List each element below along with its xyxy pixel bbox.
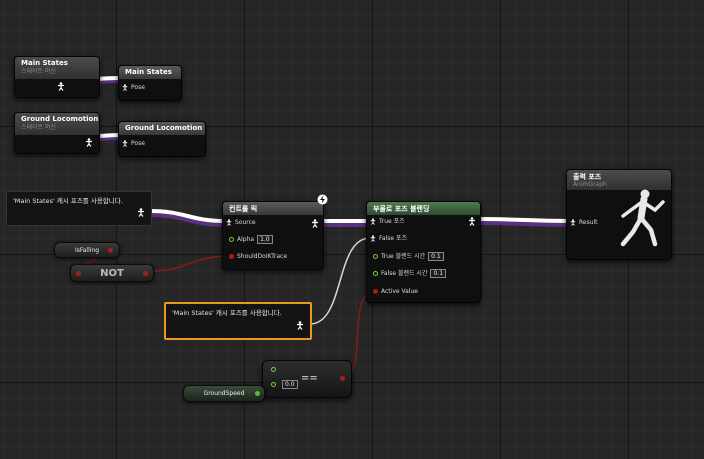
use-cached-pose-node-selected[interactable]: 'Main States' 캐시 포즈를 사용합니다. [164,302,312,340]
should-do-ik-trace-pin[interactable]: ShouldDoIKTrace [229,252,287,261]
true-pose-pin[interactable]: True 포즈 [370,217,405,226]
pose-icon[interactable] [311,219,319,228]
node-label: 'Main States' 캐시 포즈를 사용합니다. [13,197,123,205]
false-blend-time-pin[interactable]: False 블렌드 시간 0.1 [373,269,447,278]
node-subtitle: 스테이트 머신 [21,68,57,75]
not-node[interactable]: NOT [70,264,154,282]
bool-pin-icon[interactable] [143,271,148,276]
pin-label: Pose [131,84,145,91]
pose-icon[interactable] [296,321,304,330]
ground-locomotion-state-machine-node[interactable]: Ground Locomotion 스테이트 머신 [14,112,100,154]
pin-label: Source [235,219,256,226]
node-label: NOT [100,268,124,279]
alpha-value-field[interactable]: 1.0 [257,235,273,244]
node-subtitle: AnimGraph [573,181,607,188]
source-pin[interactable]: Source [226,218,256,227]
bool-pin-icon [373,289,378,294]
blend-poses-by-bool-node[interactable]: 부울로 포즈 블렌딩 True 포즈 False 포즈 True 블렌드 시간 0… [366,201,481,303]
float-pin-icon [373,254,378,259]
true-blend-time-pin[interactable]: True 블렌드 시간 0.1 [373,252,444,261]
compare-value-field[interactable]: 0.0 [282,380,298,389]
node-label: 'Main States' 캐시 포즈를 사용합니다. [172,309,282,317]
node-title: Main States [119,66,181,79]
node-label: GroundSpeed [203,390,245,397]
pose-icon [370,218,376,225]
false-blend-time-field[interactable]: 0.1 [430,269,447,278]
main-states-state-machine-node[interactable]: Main States 스테이트 머신 [14,56,100,98]
lightning-icon [317,194,328,205]
pin-label: True 포즈 [379,218,405,225]
alpha-pin[interactable]: Alpha 1.0 [229,235,273,244]
result-pin[interactable]: Result [570,218,598,227]
pin-label: Result [579,219,598,226]
node-title: 컨트롤 릭 [223,202,323,215]
pin-label: False 블렌드 시간 [381,270,428,277]
output-pose-node[interactable]: 출력 포즈 AnimGraph Result [566,169,672,260]
node-title: Ground Locomotion [119,122,205,135]
mannequin-icon [620,189,665,247]
pin-label: True 블렌드 시간 [381,253,426,260]
pin-label: Pose [131,140,145,147]
ground-speed-node[interactable]: GroundSpeed [183,385,265,402]
pose-icon[interactable] [57,82,65,91]
pose-icon [370,235,376,242]
float-pin-icon [373,271,378,276]
pose-icon [122,140,128,147]
false-pose-pin[interactable]: False 포즈 [370,234,407,243]
active-value-pin[interactable]: Active Value [373,287,418,296]
ground-locomotion-cache-node[interactable]: Ground Locomotion Pose [118,121,206,157]
main-states-cache-node[interactable]: Main States Pose [118,65,182,101]
use-cached-pose-node[interactable]: 'Main States' 캐시 포즈를 사용합니다. [6,191,152,226]
pin-label: ShouldDoIKTrace [237,253,288,260]
pose-icon[interactable] [468,217,476,226]
pin-label: Alpha [237,236,255,243]
node-subtitle: 스테이트 머신 [21,124,57,131]
node-label: IsFalling [74,247,100,254]
equal-node[interactable]: 0.0 == [262,360,352,398]
node-title: 부울로 포즈 블렌딩 [367,202,480,215]
bool-pin-icon [229,254,234,259]
node-label: == [301,373,318,384]
pose-input-pin[interactable]: Pose [122,83,145,92]
bool-pin-icon[interactable] [340,376,345,381]
float-pin-icon [229,237,234,242]
float-pin-icon[interactable] [271,367,276,372]
bool-pin-icon[interactable] [76,271,81,276]
pose-icon [226,219,232,226]
bool-wire-not-to-controlrig [149,255,231,272]
pose-icon [122,84,128,91]
pose-input-pin[interactable]: Pose [122,139,145,148]
pin-label: False 포즈 [379,235,408,242]
control-rig-node[interactable]: 컨트롤 릭 Source Alpha 1.0 ShouldDoIKTrace [222,194,328,270]
float-pin-icon[interactable] [255,391,260,396]
true-blend-time-field[interactable]: 0.1 [428,252,444,261]
pin-label: Active Value [381,288,418,295]
float-pin-icon[interactable] [271,382,276,387]
pose-icon[interactable] [137,208,145,217]
bool-pin-icon[interactable] [108,248,113,253]
pose-icon [570,219,576,226]
is-falling-node[interactable]: IsFalling [54,242,120,258]
pose-icon[interactable] [85,138,93,147]
